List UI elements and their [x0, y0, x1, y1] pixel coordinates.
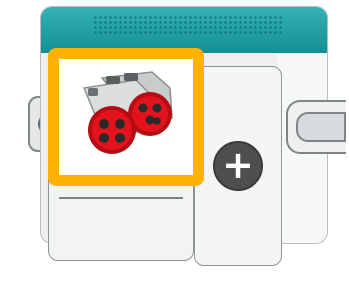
- block-header[interactable]: [41, 7, 327, 53]
- panel-divider: [59, 197, 183, 199]
- add-button[interactable]: +: [213, 141, 263, 191]
- programming-canvas: +: [0, 0, 349, 282]
- motor-mode-selector[interactable]: [48, 48, 204, 186]
- output-connector[interactable]: [286, 100, 346, 154]
- large-motor-pair-icon: [82, 71, 173, 154]
- header-grip: [93, 15, 283, 35]
- plus-icon: +: [222, 143, 254, 187]
